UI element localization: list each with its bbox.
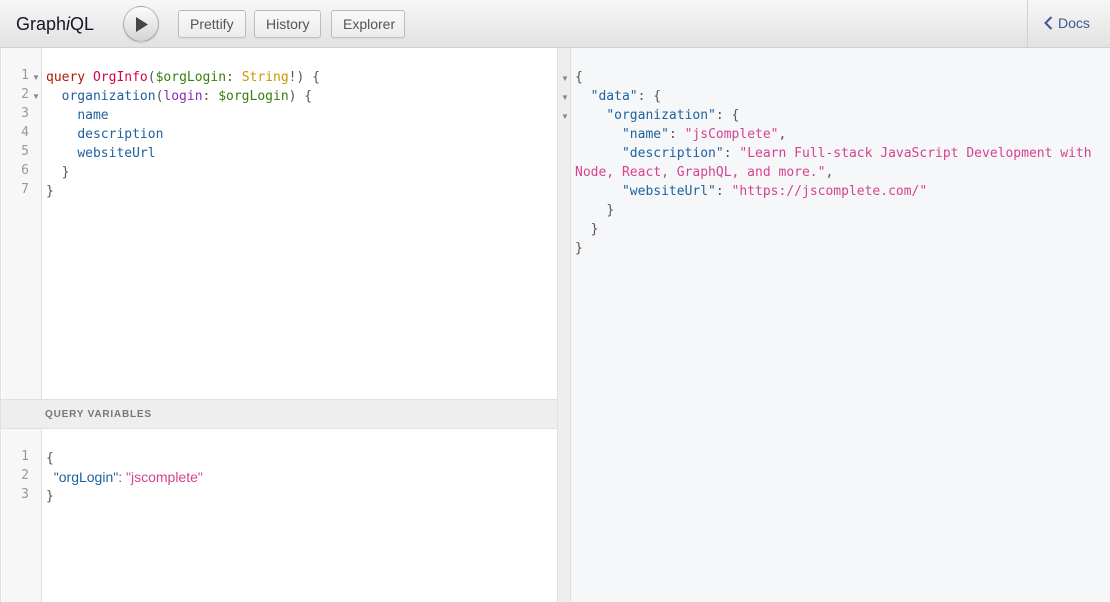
code-line: organization(login: $orgLogin) { bbox=[61, 89, 313, 104]
docs-button[interactable]: Docs bbox=[1044, 15, 1090, 31]
query-editor[interactable]: 1 2 3 4 5 6 7 ▼ ▼ query OrgInfo($orgLogi… bbox=[0, 48, 557, 399]
line-number: 1 bbox=[21, 449, 29, 464]
line-number: 6 bbox=[21, 163, 29, 178]
pane-divider[interactable] bbox=[557, 48, 571, 602]
line-number: 4 bbox=[21, 125, 29, 140]
execute-query-button[interactable] bbox=[123, 6, 159, 42]
fold-arrow-icon[interactable]: ▼ bbox=[32, 92, 40, 101]
result-line: "description": "Learn Full-stack JavaScr… bbox=[621, 146, 1092, 161]
result-line: "organization": { bbox=[606, 108, 740, 123]
docs-label: Docs bbox=[1058, 15, 1090, 31]
query-variables-title: QUERY VARIABLES bbox=[45, 409, 152, 420]
code-line: { bbox=[46, 451, 54, 466]
play-icon bbox=[136, 17, 148, 32]
result-line: "websiteUrl": "https://jscomplete.com/" bbox=[621, 184, 928, 199]
result-line: } bbox=[590, 222, 599, 237]
result-line: } bbox=[606, 203, 615, 218]
line-number: 3 bbox=[21, 487, 29, 502]
line-number: 2 bbox=[21, 468, 29, 483]
line-number: 2 bbox=[21, 87, 29, 102]
toolbar: GraphiQL Prettify History Explorer Docs bbox=[0, 0, 1110, 48]
fold-arrow-icon[interactable]: ▼ bbox=[32, 73, 40, 82]
result-viewer: ▼ ▼ ▼ { "data": { "organization": { "nam… bbox=[561, 48, 1110, 602]
fold-arrow-icon[interactable]: ▼ bbox=[561, 93, 569, 102]
code-line: query OrgInfo($orgLogin: String!) { bbox=[46, 70, 320, 85]
line-number: 1 bbox=[21, 68, 29, 83]
line-number: 7 bbox=[21, 182, 29, 197]
chevron-left-icon bbox=[1044, 16, 1053, 30]
code-line: } bbox=[46, 184, 54, 199]
result-line: "name": "jsComplete", bbox=[621, 127, 787, 142]
result-line: } bbox=[575, 241, 583, 256]
explorer-button[interactable]: Explorer bbox=[331, 10, 405, 38]
prettify-button[interactable]: Prettify bbox=[178, 10, 246, 38]
line-number: 3 bbox=[21, 106, 29, 121]
result-line: { bbox=[575, 70, 583, 85]
line-number: 5 bbox=[21, 144, 29, 159]
code-line: name bbox=[77, 108, 109, 123]
result-line: Node, React, GraphQL, and more.", bbox=[575, 165, 834, 180]
result-line: "data": { bbox=[590, 89, 662, 104]
code-line: description bbox=[77, 127, 164, 142]
code-line: "orgLogin": "jscomplete" bbox=[53, 469, 203, 485]
code-line: } bbox=[61, 165, 70, 180]
app-title: GraphiQL bbox=[16, 14, 95, 34]
variables-editor[interactable]: 1 2 3 { "orgLogin": "jscomplete" } bbox=[0, 429, 557, 602]
history-button[interactable]: History bbox=[254, 10, 321, 38]
docs-area: Docs bbox=[1027, 0, 1110, 47]
code-line: } bbox=[46, 489, 54, 504]
query-variables-header[interactable]: QUERY VARIABLES bbox=[0, 399, 557, 429]
fold-arrow-icon[interactable]: ▼ bbox=[561, 74, 569, 83]
fold-arrow-icon[interactable]: ▼ bbox=[561, 112, 569, 121]
code-line: websiteUrl bbox=[77, 146, 156, 161]
